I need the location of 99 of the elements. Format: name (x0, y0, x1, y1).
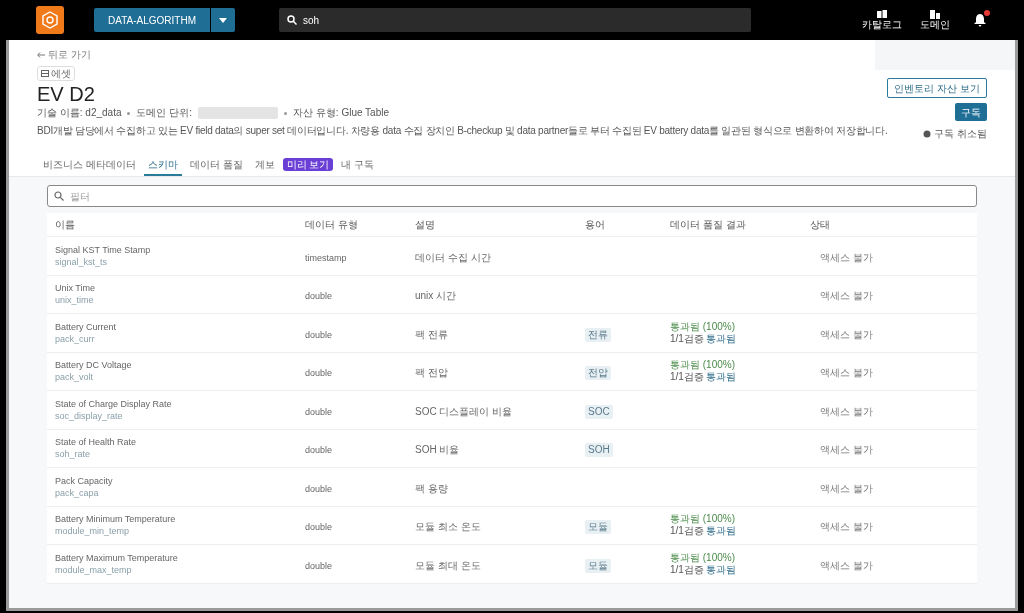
term-tag[interactable]: 전압 (585, 366, 611, 381)
quality-detail-text: 1/1검증 (670, 371, 704, 384)
subscribe-button[interactable]: 구독 (955, 103, 987, 121)
quality-result-text: 통과됨 (100%) (670, 551, 736, 564)
bell-icon (974, 13, 986, 27)
table-cell: double (305, 291, 333, 302)
term-tag[interactable]: SOC (585, 404, 613, 419)
description-text: BDI개발 담당에서 수집하고 있는 EV field data의 super set 데이터입니다. 차량용 data 수집 장치인 B-checkup 및 data partner들로 부터 수집된 EV battery data를 일관된 형식으로 변환하여 저장합니다. (37, 124, 888, 138)
column-header: 이름 (55, 218, 75, 232)
term-tag[interactable]: 모듈 (585, 520, 611, 535)
status-text: 액세스 불가 (820, 521, 873, 533)
quality-link[interactable]: 통과됨 (705, 332, 736, 345)
field-name-text: pack_curr (55, 332, 96, 345)
column-header: 설명 (415, 218, 435, 232)
back-link[interactable]: 뒤로 가기 (48, 48, 91, 62)
status-text: 액세스 불가 (820, 405, 873, 417)
building-icon (930, 9, 940, 19)
status-text: 액세스 불가 (820, 328, 873, 340)
meta-text: 기술 이름: d2_data (37, 106, 122, 120)
column-name-text: Battery Maximum Temperature (55, 551, 179, 564)
column-name-text: Signal KST Time Stamp (55, 243, 152, 256)
table-cell: double (305, 368, 333, 379)
tab[interactable]: 계보 (250, 154, 279, 176)
quality-link[interactable]: 통과됨 (705, 563, 736, 576)
table-cell: SOC 디스플레이 비율 (415, 405, 513, 417)
workspace-button[interactable]: DATA-ALGORITHM (94, 8, 210, 32)
column-header: 용어 (585, 218, 605, 232)
search-icon (54, 191, 64, 201)
tab[interactable]: 데이터 품질 (185, 154, 247, 176)
table-cell: double (305, 329, 333, 340)
term-tag[interactable]: 전류 (585, 327, 611, 342)
caret-icon (218, 17, 227, 23)
table-cell: double (305, 483, 333, 494)
search-field[interactable]: soh (278, 8, 751, 32)
quality-result-text: 통과됨 (100%) (670, 320, 736, 333)
quality-link[interactable]: 통과됨 (705, 371, 736, 384)
table-cell: 데이터 수집 시간 (415, 251, 491, 263)
field-name-text: pack_volt (55, 371, 95, 384)
page-title: EV D2 (37, 82, 96, 106)
quality-link[interactable]: 통과됨 (705, 525, 736, 538)
table-icon (41, 70, 49, 77)
column-name-text: Pack Capacity (55, 474, 114, 487)
field-name-text: module_min_temp (55, 525, 131, 538)
table-cell: timestamp (305, 252, 347, 263)
column-header: 데이터 품질 결과 (670, 218, 746, 232)
table-cell: unix 시간 (415, 290, 457, 302)
status-text: 액세스 불가 (820, 251, 873, 263)
column-name-text: State of Charge Display Rate (55, 397, 173, 410)
column-name-text: Unix Time (55, 282, 96, 295)
column-header: 상태 (810, 218, 830, 232)
field-name-text: module_max_temp (55, 563, 133, 576)
table-cell: double (305, 445, 333, 456)
table-cell: 팩 전압 (415, 367, 448, 379)
search-icon (286, 15, 297, 25)
field-name-text: soh_rate (55, 448, 92, 461)
status-text: 액세스 불가 (820, 482, 873, 494)
status-text: 액세스 불가 (820, 367, 873, 379)
quality-detail-text: 1/1검증 (670, 332, 704, 345)
notification-button[interactable] (974, 12, 988, 28)
status-text: 액세스 불가 (820, 559, 873, 571)
book-icon (877, 9, 887, 19)
term-tag[interactable]: 모듈 (585, 558, 611, 573)
column-name-text: State of Health Rate (55, 436, 138, 449)
field-name-text: soc_display_rate (55, 409, 124, 422)
table-cell: double (305, 560, 333, 571)
back-arrow-icon (37, 52, 45, 58)
tab[interactable]: 비즈니스 메타데이터 (39, 154, 140, 176)
table-cell: SOH 비율 (415, 444, 460, 456)
field-name-text: unix_time (55, 294, 95, 307)
quality-detail-text: 1/1검증 (670, 525, 704, 538)
nav-button[interactable]: 카탈로그 (862, 9, 902, 31)
meta-text: 도메인 단위: (136, 106, 193, 120)
table-cell: 팩 전류 (415, 328, 448, 340)
quality-result-text: 통과됨 (100%) (670, 359, 736, 372)
column-name-text: Battery DC Voltage (55, 359, 133, 372)
field-name-text: pack_capa (55, 486, 100, 499)
term-tag[interactable]: SOH (585, 443, 613, 458)
table-cell: 모듈 최소 온도 (415, 521, 481, 533)
tab[interactable]: 내 구독 (337, 154, 379, 176)
tab[interactable]: 미리 보기 (282, 158, 334, 171)
field-name-text: signal_kst_ts (55, 255, 109, 268)
status-text: 액세스 불가 (820, 290, 873, 302)
meta-text: 자산 유형: Glue Table (293, 106, 389, 120)
column-name-text: Battery Current (55, 320, 118, 333)
workspace-dropdown-button[interactable] (210, 8, 235, 32)
inventory-button[interactable]: 인벤토리 자산 보기 (887, 78, 987, 98)
nav-button[interactable]: 도메인 (920, 9, 950, 31)
table-cell: 모듈 최대 온도 (415, 559, 481, 571)
column-name-text: Battery Minimum Temperature (55, 513, 177, 526)
quality-detail-text: 1/1검증 (670, 563, 704, 576)
app-logo-icon[interactable] (36, 6, 64, 34)
column-header: 데이터 유형 (305, 218, 358, 232)
asset-chip: 에셋 (37, 66, 75, 81)
status-text: 액세스 불가 (820, 444, 873, 456)
table-cell: 팩 용량 (415, 482, 448, 494)
table-cell: double (305, 522, 333, 533)
table-cell: double (305, 406, 333, 417)
quality-result-text: 통과됨 (100%) (670, 513, 736, 526)
unsubscribed-text: 구독 취소됨 (934, 127, 987, 141)
